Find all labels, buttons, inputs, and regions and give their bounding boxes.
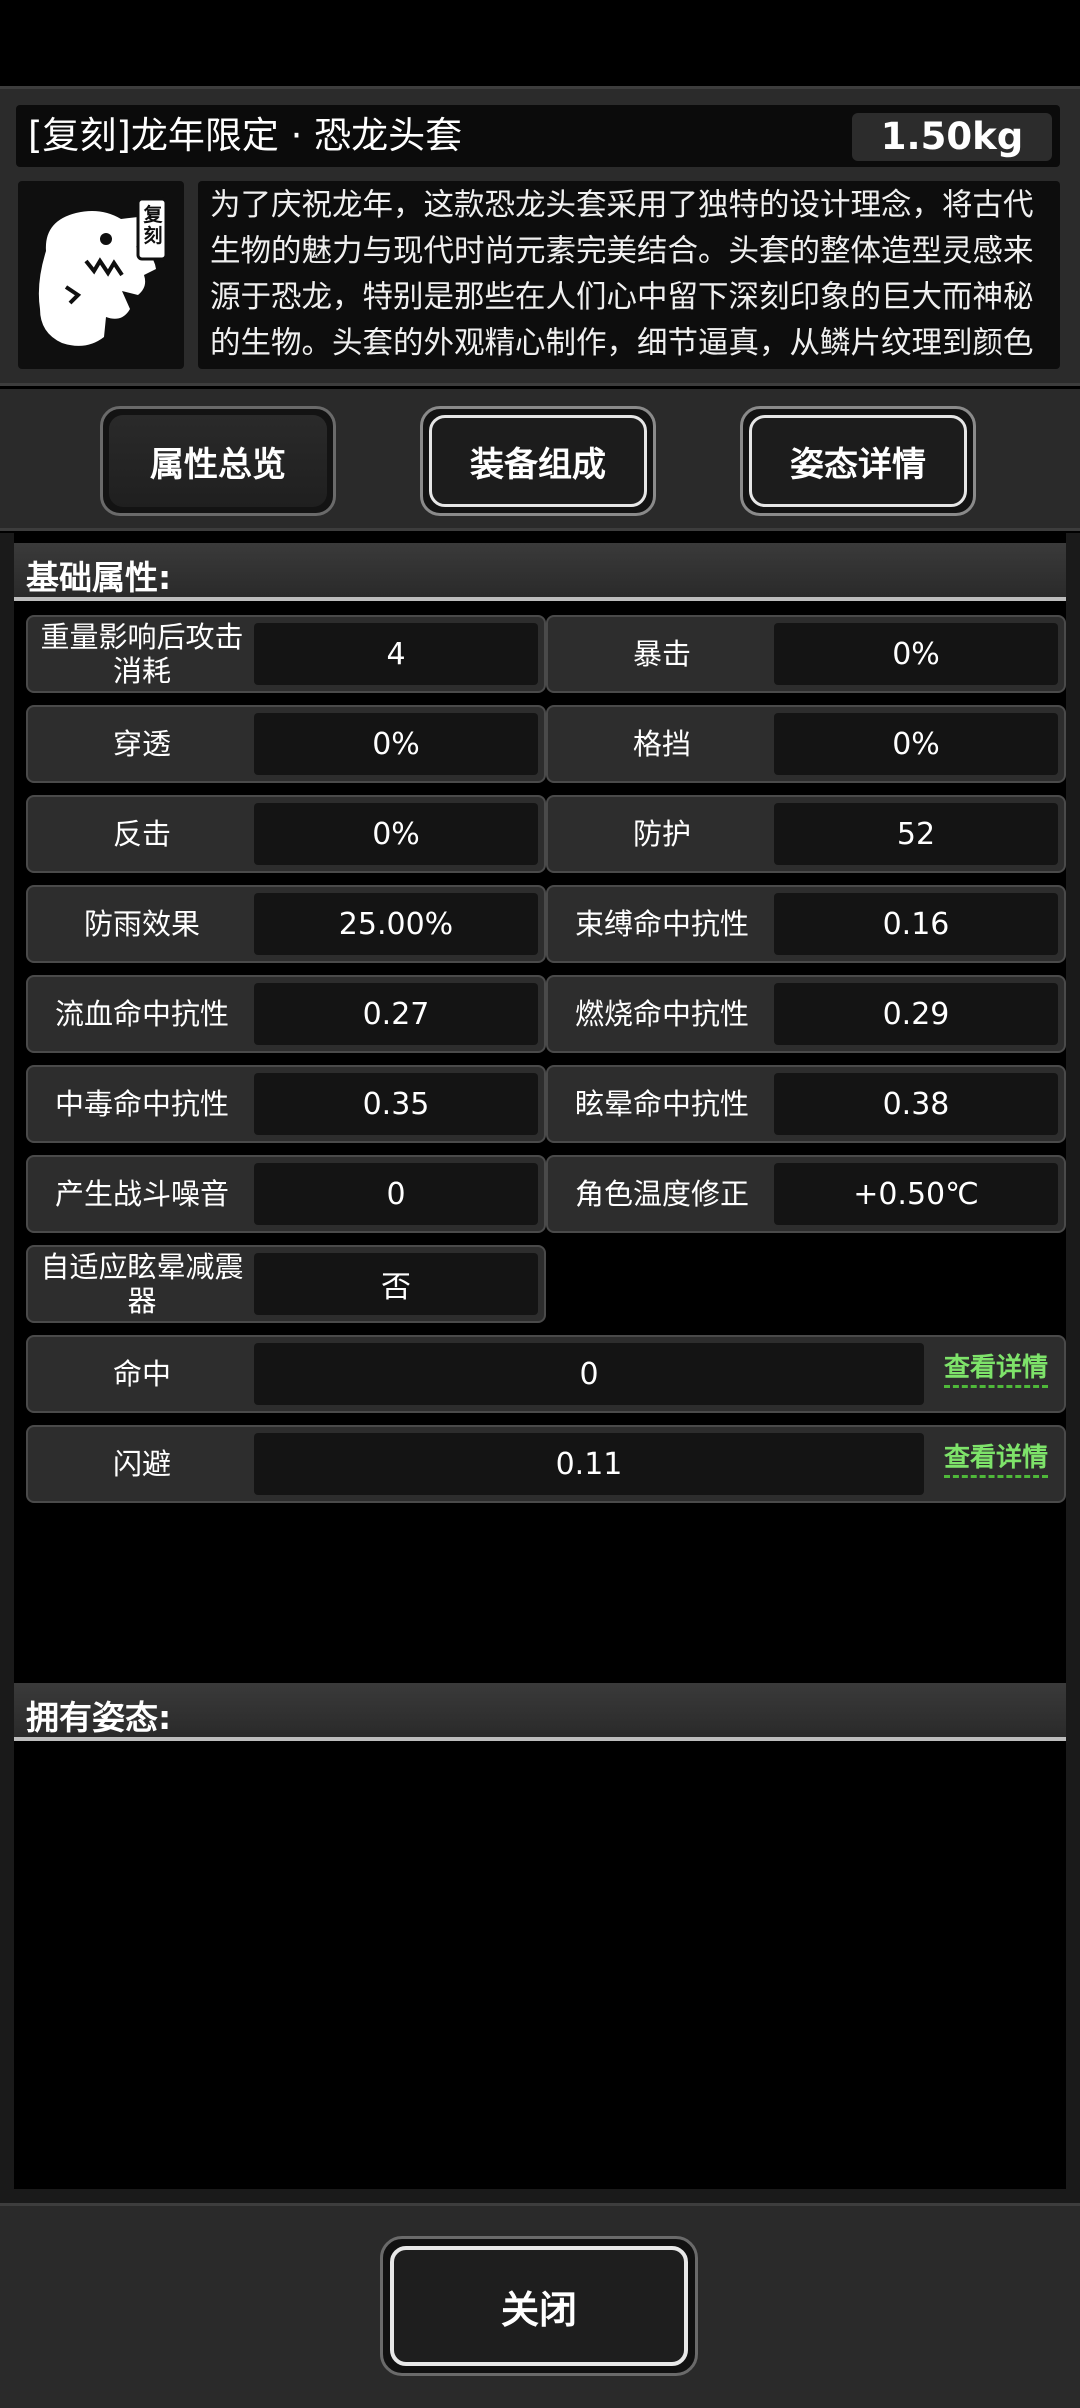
dodge-detail-link[interactable]: 查看详情 xyxy=(943,1441,1048,1478)
attr-penetration: 穿透 0% xyxy=(26,705,546,783)
attr-block: 格挡 0% xyxy=(546,705,1066,783)
attr-combat-noise: 产生战斗噪音 0 xyxy=(26,1155,546,1233)
attr-counter: 反击 0% xyxy=(26,795,546,873)
attr-hit: 命中 0 查看详情 xyxy=(26,1335,1066,1413)
attr-adaptive-stun-damper: 自适应眩晕减震器 否 xyxy=(26,1245,546,1323)
footer-bar: 关闭 xyxy=(0,2203,1080,2408)
tab-overview[interactable]: 属性总览 xyxy=(100,406,336,516)
attr-bind-resist: 束缚命中抗性 0.16 xyxy=(546,885,1066,963)
hit-detail-link[interactable]: 查看详情 xyxy=(943,1351,1048,1388)
item-weight: 1.50kg xyxy=(852,113,1052,161)
tab-equipment[interactable]: 装备组成 xyxy=(420,406,656,516)
attr-dodge: 闪避 0.11 查看详情 xyxy=(26,1425,1066,1503)
tab-posture[interactable]: 姿态详情 xyxy=(740,406,976,516)
item-icon: 复刻 xyxy=(18,181,184,369)
attr-poison-resist: 中毒命中抗性 0.35 xyxy=(26,1065,546,1143)
description-box[interactable]: 为了庆祝龙年，这款恐龙头套采用了独特的设计理念，将古代生物的魅力与现代时尚元素完… xyxy=(198,181,1060,369)
attr-protection: 防护 52 xyxy=(546,795,1066,873)
basic-attributes-heading: 基础属性: xyxy=(14,543,1066,601)
attr-stun-resist: 眩晕命中抗性 0.38 xyxy=(546,1065,1066,1143)
attr-temperature-mod: 角色温度修正 +0.50℃ xyxy=(546,1155,1066,1233)
reprint-badge: 复刻 xyxy=(143,204,163,247)
attr-weight-attack-cost: 重量影响后攻击消耗 4 xyxy=(26,615,546,693)
attr-bleed-resist: 流血命中抗性 0.27 xyxy=(26,975,546,1053)
attr-crit: 暴击 0% xyxy=(546,615,1066,693)
item-description: 为了庆祝龙年，这款恐龙头套采用了独特的设计理念，将古代生物的魅力与现代时尚元素完… xyxy=(210,188,1034,361)
tab-bar: 属性总览 装备组成 姿态详情 xyxy=(0,389,1080,531)
close-button[interactable]: 关闭 xyxy=(380,2236,698,2376)
item-header: [复刻]龙年限定 · 恐龙头套 1.50kg 复刻 为了庆祝龙年，这款恐龙头套采… xyxy=(0,86,1080,386)
attr-rainproof: 防雨效果 25.00% xyxy=(26,885,546,963)
posture-heading: 拥有姿态: xyxy=(14,1683,1066,1741)
item-title: [复刻]龙年限定 · 恐龙头套 xyxy=(28,114,463,157)
posture-section: 拥有姿态: xyxy=(0,1673,1080,2203)
title-bar: [复刻]龙年限定 · 恐龙头套 1.50kg xyxy=(16,105,1060,167)
attr-burn-resist: 燃烧命中抗性 0.29 xyxy=(546,975,1066,1053)
attribute-section: 基础属性: 重量影响后攻击消耗 4 暴击 0% 穿透 0% 格挡 0% 反击 0… xyxy=(0,533,1080,1673)
